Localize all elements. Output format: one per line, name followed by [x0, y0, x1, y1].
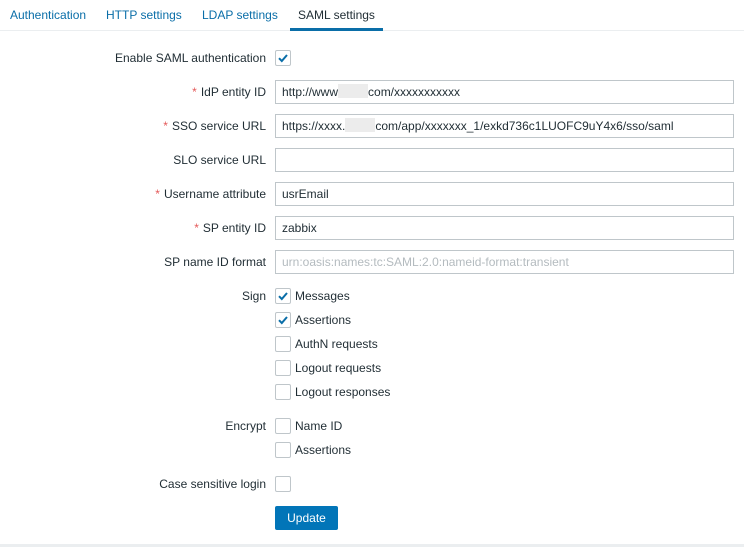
- idp-entity-id-label: * IdP entity ID: [192, 85, 266, 99]
- checkmark-icon: [278, 292, 288, 301]
- sign-messages-label: Messages: [295, 289, 350, 303]
- encrypt-label: Encrypt: [225, 419, 266, 433]
- sp-entity-id-input[interactable]: zabbix: [275, 216, 734, 240]
- update-button[interactable]: Update: [275, 506, 338, 530]
- slo-service-url-input[interactable]: [275, 148, 734, 172]
- sign-logout-requests-checkbox[interactable]: [275, 360, 291, 376]
- redacted-mask: [345, 118, 376, 132]
- encrypt-name-id-checkbox[interactable]: [275, 418, 291, 434]
- case-sensitive-checkbox[interactable]: [275, 476, 291, 492]
- enable-saml-checkbox[interactable]: [275, 50, 291, 66]
- encrypt-assertions-checkbox[interactable]: [275, 442, 291, 458]
- encrypt-assertions-label: Assertions: [295, 443, 352, 457]
- sign-label: Sign: [241, 289, 266, 303]
- slo-service-url-label: SLO service URL: [173, 153, 266, 167]
- tab-saml-settings[interactable]: SAML settings: [290, 0, 383, 31]
- redacted-mask: [338, 84, 369, 98]
- required-marker: *: [194, 221, 199, 235]
- sign-logout-responses-checkbox[interactable]: [275, 384, 291, 400]
- username-attribute-input[interactable]: usrEmail: [275, 182, 734, 206]
- sp-name-id-format-label: SP name ID format: [164, 255, 266, 269]
- tab-bar: Authentication HTTP settings LDAP settin…: [0, 0, 744, 31]
- required-marker: *: [163, 119, 168, 133]
- tab-authentication[interactable]: Authentication: [10, 0, 86, 30]
- sign-logout-requests-label: Logout requests: [295, 361, 382, 375]
- checkmark-icon: [278, 316, 288, 325]
- sp-name-id-format-input[interactable]: urn:oasis:names:tc:SAML:2.0:nameid-forma…: [275, 250, 734, 274]
- sp-entity-id-label: * SP entity ID: [194, 221, 266, 235]
- encrypt-name-id-label: Name ID: [295, 419, 343, 433]
- sign-authn-requests-label: AuthN requests: [295, 337, 378, 351]
- username-attribute-label: * Username attribute: [155, 187, 266, 201]
- required-marker: *: [192, 85, 197, 99]
- sign-assertions-checkbox[interactable]: [275, 312, 291, 328]
- required-marker: *: [155, 187, 160, 201]
- sign-messages-checkbox[interactable]: [275, 288, 291, 304]
- checkmark-icon: [278, 54, 288, 63]
- case-sensitive-label: Case sensitive login: [159, 477, 266, 491]
- sign-authn-requests-checkbox[interactable]: [275, 336, 291, 352]
- sso-service-url-input[interactable]: https://xxxx. com/app/xxxxxxx_1/exkd736c1…: [275, 114, 734, 138]
- tab-ldap-settings[interactable]: LDAP settings: [202, 0, 278, 30]
- idp-entity-id-input[interactable]: http://www com/xxxxxxxxxxx: [275, 80, 734, 104]
- enable-saml-label: Enable SAML authentication: [115, 51, 266, 65]
- sign-logout-responses-label: Logout responses: [295, 385, 391, 399]
- sign-assertions-label: Assertions: [295, 313, 352, 327]
- tab-http-settings[interactable]: HTTP settings: [106, 0, 182, 30]
- sso-service-url-label: * SSO service URL: [163, 119, 266, 133]
